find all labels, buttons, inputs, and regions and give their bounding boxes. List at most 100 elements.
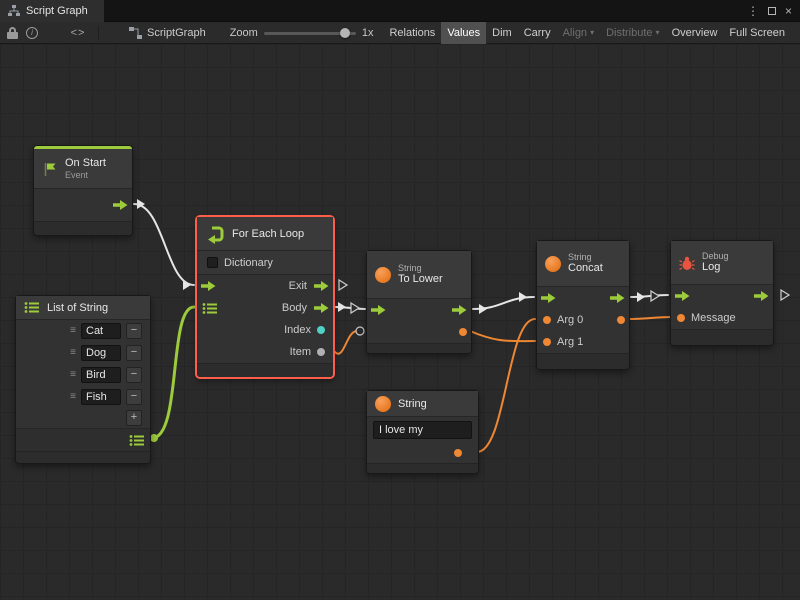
toolbar-buttons: Relations Values Dim Carry Align ▾ Distr…	[383, 22, 791, 44]
list-in-port[interactable]	[202, 302, 218, 315]
node-category: Debug	[702, 251, 729, 261]
index-out-port[interactable]	[317, 326, 325, 334]
body-port-label: Body	[282, 302, 307, 314]
list-item-row: ≡ Fish −	[16, 386, 150, 408]
inspect-code-button[interactable]: <>	[64, 23, 92, 43]
graph-toolbar: i <> ScriptGraph Zoom 1x Relations Value…	[0, 22, 800, 44]
list-item-row: ≡ Cat −	[16, 320, 150, 342]
node-list-of-string[interactable]: List of String ≡ Cat − ≡ Dog − ≡ Bird − …	[15, 295, 151, 464]
node-title: Log	[702, 261, 729, 274]
flow-in-port[interactable]	[371, 305, 386, 315]
node-string-literal[interactable]: String I love my	[366, 390, 479, 474]
wire-onstart-foreach	[134, 204, 194, 285]
exit-port-label: Exit	[289, 280, 307, 292]
list-icon	[24, 301, 40, 314]
drag-handle-icon[interactable]: ≡	[70, 370, 76, 380]
align-button[interactable]: Align ▾	[557, 22, 600, 44]
overview-button[interactable]: Overview	[666, 22, 724, 44]
info-button[interactable]: i	[22, 23, 42, 43]
remove-item-button[interactable]: −	[126, 323, 142, 339]
node-for-each-loop[interactable]: For Each Loop Dictionary Exit Body Index…	[196, 216, 334, 378]
info-icon: i	[26, 27, 38, 39]
flow-in-port[interactable]	[201, 281, 216, 291]
chevron-down-icon: ▾	[656, 29, 660, 37]
wire-concat-message	[628, 317, 672, 319]
remove-item-button[interactable]: −	[126, 389, 142, 405]
value-out-port[interactable]	[454, 449, 462, 457]
index-port-label: Index	[284, 324, 311, 336]
node-to-lower[interactable]: String To Lower	[366, 250, 472, 354]
maximize-icon[interactable]	[768, 7, 776, 15]
string-value-field[interactable]: I love my	[373, 421, 472, 439]
node-footer	[367, 343, 471, 353]
node-title: To Lower	[398, 273, 443, 286]
flow-out-port[interactable]	[754, 291, 769, 301]
flag-icon	[42, 161, 58, 177]
body-flow-port[interactable]	[314, 303, 329, 313]
chevron-down-icon: ▾	[590, 29, 594, 37]
node-debug-log[interactable]: Debug Log Message	[670, 240, 774, 346]
add-item-button[interactable]: +	[126, 410, 142, 426]
bug-icon	[679, 255, 695, 271]
wire-list-foreach	[152, 307, 194, 438]
list-item-field[interactable]: Bird	[81, 367, 121, 383]
remove-item-button[interactable]: −	[126, 345, 142, 361]
item-out-port[interactable]	[317, 348, 325, 356]
string-type-icon	[375, 396, 391, 412]
lock-icon	[7, 27, 18, 38]
list-out-port[interactable]	[129, 434, 145, 447]
window-controls: ⋮ ×	[747, 0, 792, 22]
graph-name-label: ScriptGraph	[147, 27, 206, 39]
close-icon[interactable]: ×	[785, 4, 792, 18]
drag-handle-icon[interactable]: ≡	[70, 326, 76, 336]
zoom-slider[interactable]	[264, 26, 356, 40]
node-on-start[interactable]: On Start Event	[33, 145, 133, 236]
full-screen-button[interactable]: Full Screen	[723, 22, 791, 44]
message-in-port[interactable]	[677, 314, 685, 322]
list-add-row: +	[16, 408, 150, 428]
node-footer	[671, 329, 773, 345]
tab-script-graph[interactable]: Script Graph	[0, 0, 104, 22]
zoom-slider-handle[interactable]	[340, 28, 350, 38]
result-out-port[interactable]	[459, 328, 467, 336]
flow-in-port[interactable]	[541, 293, 556, 303]
flow-out-port[interactable]	[610, 293, 625, 303]
carry-button[interactable]: Carry	[518, 22, 557, 44]
graph-icon	[8, 5, 20, 17]
window-menu-icon[interactable]: ⋮	[747, 4, 759, 18]
remove-item-button[interactable]: −	[126, 367, 142, 383]
node-concat[interactable]: String Concat Arg 0 Arg 1	[536, 240, 630, 370]
exit-flow-port[interactable]	[314, 281, 329, 291]
loop-icon	[205, 224, 225, 244]
flow-in-port[interactable]	[675, 291, 690, 301]
zoom-value: 1x	[362, 27, 374, 39]
zoom-label: Zoom	[230, 27, 258, 39]
distribute-label: Distribute	[606, 27, 652, 39]
list-item-field[interactable]: Dog	[81, 345, 121, 361]
flow-out-port[interactable]	[113, 200, 128, 210]
node-title: On Start	[65, 157, 106, 170]
node-footer	[537, 353, 629, 369]
list-item-field[interactable]: Fish	[81, 389, 121, 405]
arg1-in-port[interactable]	[543, 338, 551, 346]
graph-reference[interactable]: ScriptGraph	[129, 27, 206, 39]
node-footer	[367, 463, 478, 473]
node-category: String	[398, 263, 443, 273]
graph-canvas[interactable]: On Start Event List of String ≡ Cat − ≡ …	[0, 44, 800, 600]
toolbar-separator	[98, 26, 99, 40]
lock-button[interactable]	[2, 23, 22, 43]
flow-out-port[interactable]	[452, 305, 467, 315]
list-item-field[interactable]: Cat	[81, 323, 121, 339]
code-icon: <>	[71, 27, 86, 39]
dictionary-checkbox[interactable]	[207, 257, 218, 268]
relations-button[interactable]: Relations	[383, 22, 441, 44]
distribute-button[interactable]: Distribute ▾	[600, 22, 665, 44]
arg0-in-port[interactable]	[543, 316, 551, 324]
dim-button[interactable]: Dim	[486, 22, 518, 44]
node-footer	[34, 221, 132, 235]
drag-handle-icon[interactable]: ≡	[70, 392, 76, 402]
node-category: String	[568, 252, 603, 262]
drag-handle-icon[interactable]: ≡	[70, 348, 76, 358]
result-out-port[interactable]	[617, 316, 625, 324]
values-button[interactable]: Values	[441, 22, 486, 44]
